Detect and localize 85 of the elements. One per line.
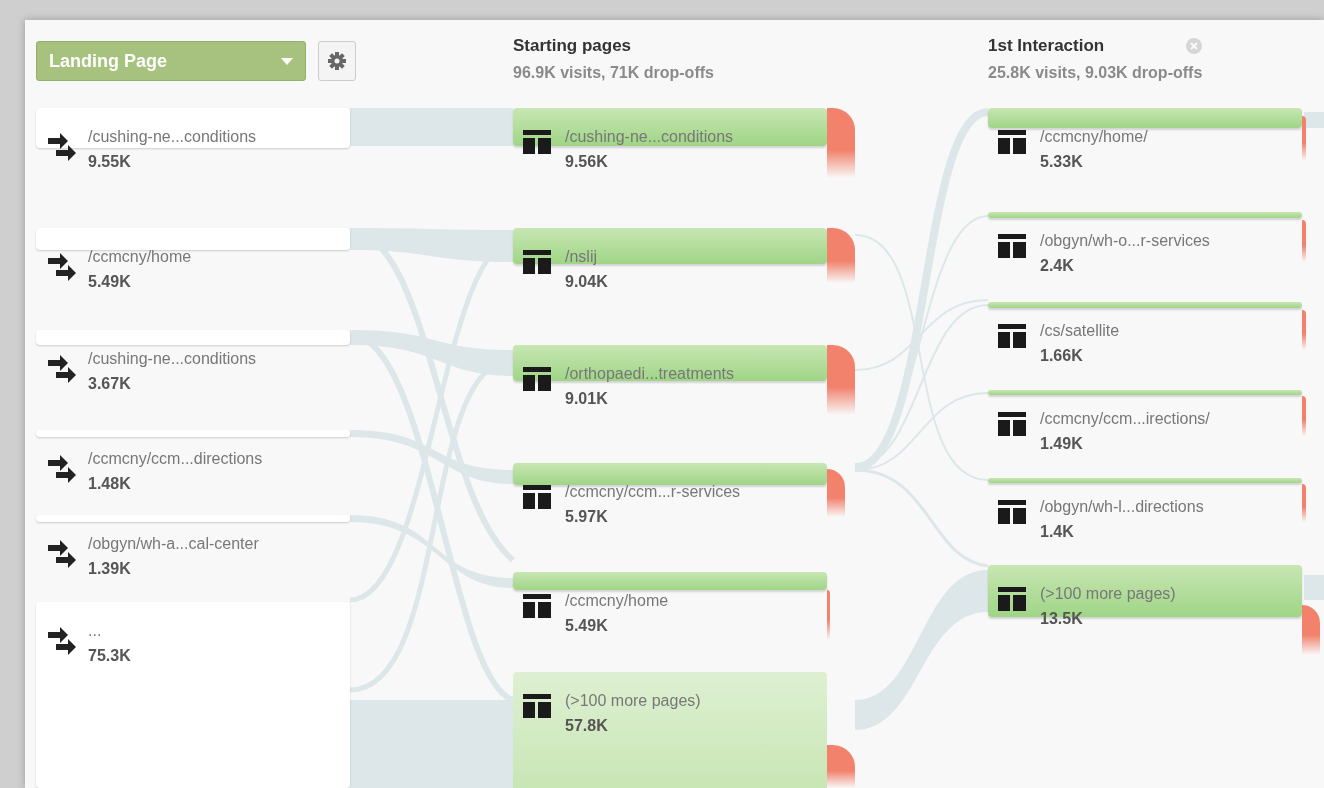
page-node-bar[interactable]	[988, 478, 1302, 483]
page-path: /cs/satellite	[1040, 321, 1120, 341]
page-path: ...	[88, 621, 103, 641]
page-layout-icon	[523, 594, 551, 618]
page-path: /ccmcny/ccm...directions	[88, 449, 263, 469]
page-node-bar[interactable]	[513, 672, 827, 788]
visit-count: 9.55K	[88, 152, 132, 172]
visit-count: 75.3K	[88, 646, 131, 666]
visit-count: 9.01K	[565, 389, 609, 409]
dimension-dropdown[interactable]: Landing Page	[36, 41, 306, 81]
page-path: (>100 more pages)	[565, 691, 701, 711]
visit-count: 1.39K	[88, 559, 132, 579]
drop-off-bar	[827, 228, 855, 283]
visit-count: 1.66K	[1040, 346, 1084, 366]
page-layout-icon	[523, 130, 551, 154]
drop-off-bar	[1302, 484, 1306, 522]
landing-node-bar[interactable]	[36, 515, 350, 522]
settings-button[interactable]	[318, 41, 356, 81]
caret-icon	[281, 57, 293, 65]
drop-off-bar	[827, 345, 855, 415]
drop-off-bar	[827, 590, 830, 640]
page-layout-icon	[998, 412, 1026, 436]
visit-count: 57.8K	[565, 716, 609, 736]
page-node-bar[interactable]	[513, 108, 827, 146]
step-title: Starting pages	[513, 36, 632, 56]
page-path: /ccmcny/home	[565, 591, 669, 611]
page-path: /ccmcny/home	[88, 247, 192, 267]
page-path: /orthopaedi...treatments	[565, 364, 734, 384]
visit-count: 5.49K	[565, 616, 609, 636]
page-node-bar[interactable]	[513, 572, 827, 590]
settings-icon	[327, 51, 347, 71]
landing-node-bar[interactable]	[36, 430, 350, 437]
page-path: /obgyn/wh-a...cal-center	[88, 534, 259, 554]
visit-count: 5.97K	[565, 507, 609, 527]
drop-off-bar	[1302, 116, 1306, 161]
visit-count: 1.4K	[1040, 522, 1075, 542]
drop-off-bar	[1302, 310, 1306, 350]
step-title: 1st Interaction	[988, 36, 1105, 56]
page-path: (>100 more pages)	[1040, 584, 1176, 604]
landing-node-bar[interactable]	[36, 108, 350, 148]
drop-off-bar	[827, 469, 845, 517]
drop-off-bar	[827, 108, 855, 178]
step-summary: 96.9K visits, 71K drop-offs	[513, 64, 715, 82]
visit-count: 5.49K	[88, 272, 132, 292]
landing-node-bar[interactable]	[36, 602, 350, 788]
page-path: /cushing-ne...conditions	[565, 127, 734, 147]
page-path: /obgyn/wh-o...r-services	[1040, 231, 1210, 251]
page-layout-icon	[523, 367, 551, 391]
step-summary: 25.8K visits, 9.03K drop-offs	[988, 64, 1204, 82]
page-path: /cushing-ne...conditions	[88, 127, 257, 147]
page-path: /ccmcny/ccm...r-services	[565, 482, 741, 502]
drop-off-bar	[1302, 605, 1320, 655]
close-icon[interactable]	[1185, 37, 1203, 55]
visit-count: 9.04K	[565, 272, 608, 292]
drop-off-bar	[1302, 396, 1306, 436]
visit-count: 3.67K	[88, 374, 132, 394]
page-layout-icon	[523, 485, 551, 509]
page-node-bar[interactable]	[513, 228, 827, 264]
landing-node-bar[interactable]	[36, 228, 350, 250]
page-path: /ccmcny/home/	[1040, 127, 1148, 147]
visit-count: 9.56K	[565, 152, 609, 172]
page-layout-icon	[998, 234, 1026, 258]
page-path: /obgyn/wh-l...directions	[1040, 497, 1204, 517]
drop-off-bar	[1302, 220, 1306, 262]
page-node-bar[interactable]	[513, 463, 827, 485]
landing-node-bar[interactable]	[36, 330, 350, 345]
page-layout-icon	[998, 587, 1026, 611]
page-node-bar[interactable]	[513, 345, 827, 381]
page-layout-icon	[523, 694, 551, 718]
page-layout-icon	[998, 324, 1026, 348]
page-path: /ccmcny/ccm...irections/	[1040, 409, 1210, 429]
page-node-bar[interactable]	[988, 302, 1302, 308]
page-layout-icon	[998, 500, 1026, 524]
page-path: /cushing-ne...conditions	[88, 349, 257, 369]
page-layout-icon	[998, 130, 1026, 154]
page-node-bar[interactable]	[988, 390, 1302, 395]
page-layout-icon	[523, 250, 551, 274]
visit-count: 2.4K	[1040, 256, 1075, 276]
visit-count: 1.48K	[88, 474, 132, 494]
drop-off-bar	[827, 745, 855, 788]
visit-count: 1.49K	[1040, 434, 1084, 454]
page-node-bar[interactable]	[988, 108, 1302, 128]
visit-count: 5.33K	[1040, 152, 1084, 172]
page-path: /nslij	[565, 247, 598, 267]
page-node-bar[interactable]	[988, 212, 1302, 218]
